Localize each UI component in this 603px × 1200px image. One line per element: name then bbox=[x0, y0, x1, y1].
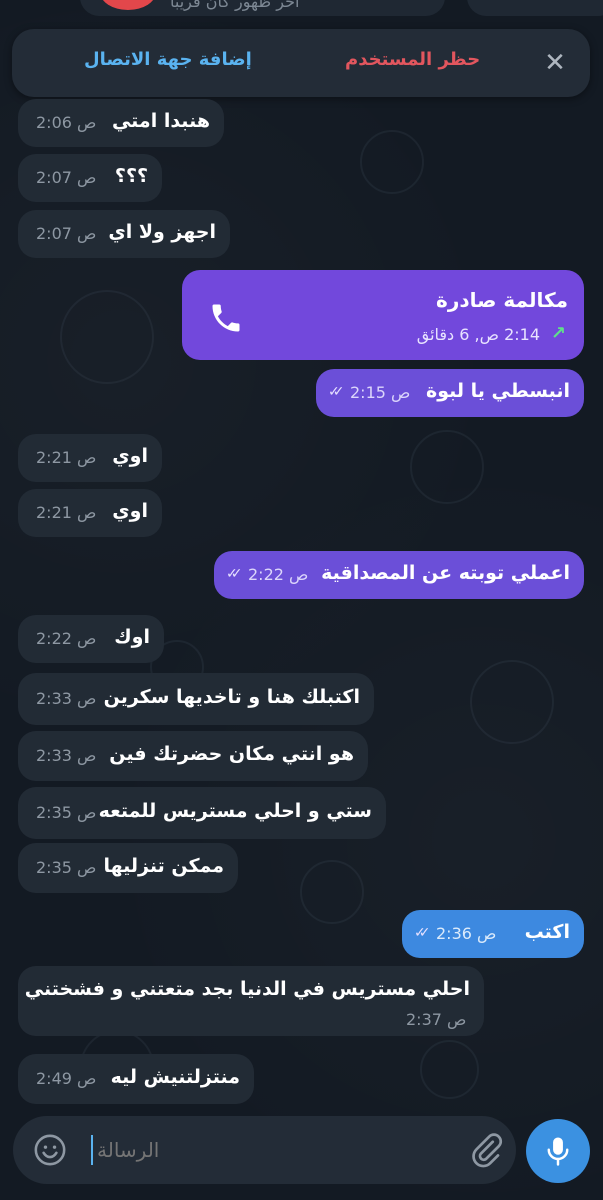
incoming-message[interactable]: منتزلتنيش ليه 2:49 ص bbox=[18, 1054, 254, 1104]
incoming-message[interactable]: احلي مستريس في الدنيا بجد متعتني و فشختن… bbox=[18, 966, 484, 1036]
outgoing-arrow-icon: ↗ bbox=[550, 323, 566, 344]
read-checks-icon: ✓✓ bbox=[414, 925, 431, 941]
outgoing-message[interactable]: انبسطي يا لبوة 2:15 ص ✓✓ bbox=[316, 369, 584, 417]
read-checks-icon: ✓✓ bbox=[226, 566, 243, 582]
message-input[interactable] bbox=[97, 1138, 437, 1162]
message-time: 2:49 ص bbox=[36, 1069, 97, 1088]
attach-icon[interactable] bbox=[468, 1132, 504, 1168]
outgoing-message[interactable]: اعملي توبته عن المصداقية 2:22 ص ✓✓ bbox=[214, 551, 584, 599]
message-text: ؟؟؟ bbox=[114, 165, 148, 187]
incoming-message[interactable]: اكتبلك هنا و تاخديها سكرين 2:33 ص bbox=[18, 673, 374, 725]
message-time: 2:22 ص bbox=[248, 565, 309, 584]
text-cursor bbox=[91, 1135, 93, 1165]
message-text: هنبدا امتي bbox=[111, 110, 210, 132]
message-text: ممكن تنزليها bbox=[103, 855, 224, 877]
message-time: 2:22 ص bbox=[36, 629, 97, 648]
message-text: اوك bbox=[114, 626, 150, 648]
incoming-message[interactable]: ؟؟؟ 2:07 ص bbox=[18, 154, 162, 202]
outgoing-message[interactable]: اكتب 2:36 ص ✓✓ bbox=[402, 910, 584, 958]
message-text: اوي bbox=[112, 500, 148, 522]
add-contact-button[interactable]: إضافة جهة الاتصال bbox=[84, 49, 252, 70]
incoming-message[interactable]: ممكن تنزليها 2:35 ص bbox=[18, 843, 238, 893]
header-actions[interactable] bbox=[467, 0, 603, 16]
phone-icon[interactable] bbox=[208, 300, 244, 336]
message-text: احلي مستريس في الدنيا بجد متعتني و فشختن… bbox=[24, 978, 470, 1000]
message-time: 2:07 ص bbox=[36, 224, 97, 243]
message-text: منتزلتنيش ليه bbox=[110, 1066, 240, 1088]
last-seen-status: آخر ظهور كان قريبًا bbox=[170, 0, 300, 11]
message-text: اكتبلك هنا و تاخديها سكرين bbox=[103, 686, 360, 708]
read-checks-icon: ✓✓ bbox=[328, 384, 345, 400]
new-contact-action-bar: إضافة جهة الاتصال حظر المستخدم ✕ bbox=[12, 29, 590, 97]
incoming-message[interactable]: هنبدا امتي 2:06 ص bbox=[18, 99, 224, 147]
incoming-message[interactable]: اوك 2:22 ص bbox=[18, 615, 164, 663]
incoming-message[interactable]: اجهز ولا اي 2:07 ص bbox=[18, 210, 230, 258]
close-icon[interactable]: ✕ bbox=[542, 50, 568, 76]
voice-record-button[interactable] bbox=[526, 1119, 590, 1183]
message-time: 2:37 ص bbox=[406, 1010, 467, 1029]
message-text: اجهز ولا اي bbox=[108, 221, 216, 243]
outgoing-call-bubble[interactable]: مكالمة صادرة ↗ 2:14 ص, 6 دقائق bbox=[182, 270, 584, 360]
message-time: 2:21 ص bbox=[36, 448, 97, 467]
message-time: 2:15 ص bbox=[350, 383, 411, 402]
message-time: 2:21 ص bbox=[36, 503, 97, 522]
message-time: 2:33 ص bbox=[36, 746, 97, 765]
message-time: 2:07 ص bbox=[36, 168, 97, 187]
incoming-message[interactable]: ستي و احلي مستريس للمتعه 2:35 ص bbox=[18, 787, 386, 839]
message-time: 2:35 ص bbox=[36, 803, 97, 822]
message-text: ستي و احلي مستريس للمتعه bbox=[98, 800, 372, 822]
message-text: اوي bbox=[112, 445, 148, 467]
message-time: 2:33 ص bbox=[36, 689, 97, 708]
call-title: مكالمة صادرة bbox=[436, 288, 568, 312]
microphone-icon bbox=[547, 1137, 569, 1166]
message-time: 2:35 ص bbox=[36, 858, 97, 877]
incoming-message[interactable]: اوي 2:21 ص bbox=[18, 434, 162, 482]
call-details: 2:14 ص, 6 دقائق bbox=[416, 325, 540, 344]
message-time: 2:36 ص bbox=[436, 924, 497, 943]
message-composer bbox=[13, 1116, 516, 1184]
emoji-icon[interactable] bbox=[33, 1133, 67, 1167]
incoming-message[interactable]: اوي 2:21 ص bbox=[18, 489, 162, 537]
message-text: اكتب bbox=[524, 921, 570, 943]
incoming-message[interactable]: هو انتي مكان حضرتك فين 2:33 ص bbox=[18, 731, 368, 781]
message-time: 2:06 ص bbox=[36, 113, 97, 132]
message-text: اعملي توبته عن المصداقية bbox=[321, 562, 570, 584]
message-text: هو انتي مكان حضرتك فين bbox=[109, 743, 354, 765]
block-user-button[interactable]: حظر المستخدم bbox=[345, 49, 480, 70]
message-text: انبسطي يا لبوة bbox=[426, 380, 570, 402]
chat-header-partial: آخر ظهور كان قريبًا bbox=[0, 0, 603, 22]
